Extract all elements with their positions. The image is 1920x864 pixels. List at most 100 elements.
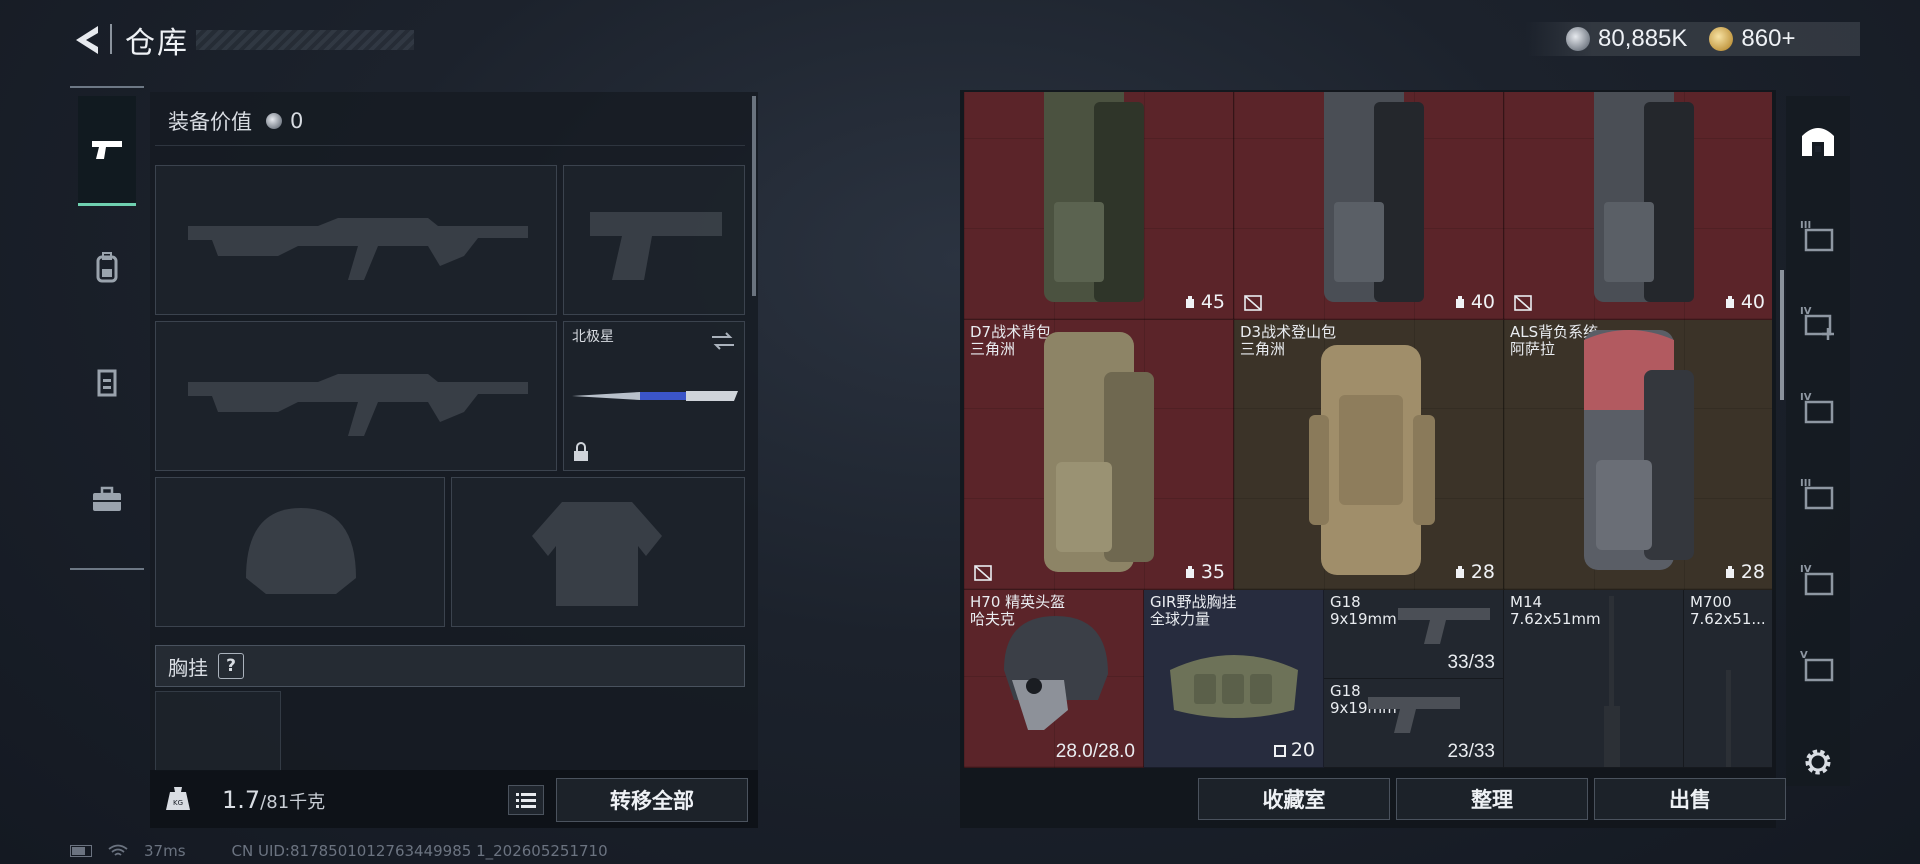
currency-display: 80,885K 860+ [1526, 22, 1860, 56]
sell-button[interactable]: 出售 [1594, 778, 1786, 820]
storage-als-backpack[interactable]: ALS背负系统 阿萨拉 28 [1504, 320, 1772, 590]
storage-m14[interactable]: M14 7.62x51mm [1504, 590, 1684, 768]
knife-icon [572, 391, 738, 401]
toolbox-icon [93, 486, 121, 511]
back-button[interactable] [68, 20, 104, 60]
backpack-icon [1309, 345, 1435, 575]
item-name: G18 9x19mm [1330, 594, 1397, 628]
collection-room-button[interactable]: 收藏室 [1198, 778, 1390, 820]
helmet-silhouette-icon [246, 508, 356, 594]
item-brand: 7.62x51... [1690, 610, 1766, 628]
primary-weapon-slot[interactable] [155, 165, 557, 315]
rack-iv-b-button[interactable]: IV [1798, 560, 1838, 600]
capacity-badge: 20 [1273, 739, 1315, 761]
backpack-capacity-icon [1185, 296, 1194, 308]
backpack-icon [1044, 92, 1144, 302]
pistol-icon [92, 140, 122, 159]
melee-name: 北极星 [572, 329, 614, 345]
backpack-icon [1584, 330, 1694, 570]
sidearm-slot[interactable] [563, 165, 745, 315]
capacity-value: 28 [1740, 561, 1765, 583]
capacity-badge: 28 [1723, 561, 1765, 583]
storage-m700[interactable]: M700 7.62x51... [1684, 590, 1772, 768]
weight-current: 1.7 [222, 786, 261, 814]
loadout-scrollbar[interactable] [752, 96, 756, 296]
storage-gir-rig[interactable]: GIR野战胸挂 全球力量 20 [1144, 590, 1324, 768]
storage-d7-backpack[interactable]: D7战术背包 三角洲 35 [964, 320, 1234, 590]
storage-g18-2[interactable]: G18 9x19mm 23/33 [1324, 679, 1504, 768]
vault-button[interactable] [1798, 120, 1838, 160]
list-view-button[interactable] [508, 785, 544, 815]
melee-slot[interactable]: 北极星 [563, 321, 745, 471]
silver-coin-icon [1566, 27, 1590, 51]
pistol-icon [1368, 697, 1460, 733]
rack-iv-add-button[interactable]: IV [1798, 302, 1838, 342]
rack-iv-button[interactable]: IV [1798, 388, 1838, 428]
rack-iv-b-icon: IV [1800, 564, 1834, 596]
chest-rig-label: 胸挂 [168, 655, 208, 680]
ping-value: 37ms [144, 842, 186, 860]
equipment-value-label: 装备价值 [168, 110, 252, 134]
item-brand: 三角洲 [970, 340, 1016, 358]
storage-backpack-2[interactable]: 40 [1234, 92, 1504, 320]
sort-button[interactable]: 整理 [1396, 778, 1588, 820]
gear-icon [1805, 749, 1831, 775]
capacity-value: 40 [1470, 291, 1495, 313]
armor-slot[interactable] [451, 477, 745, 627]
secondary-weapon-slot[interactable] [155, 321, 557, 471]
ammo-count: 33/33 [1447, 652, 1495, 673]
rifle-silhouette-icon [188, 218, 528, 280]
storage-scrollbar[interactable] [1780, 270, 1784, 400]
storage-backpack-1[interactable]: 45 [964, 92, 1234, 320]
back-arrow-icon [76, 26, 98, 54]
rack-iii-icon: III [1800, 220, 1834, 252]
capacity-badge: 40 [1453, 291, 1495, 313]
tab-supplies[interactable] [78, 444, 136, 554]
vest-icon [97, 369, 117, 397]
pistol-silhouette-icon [590, 212, 722, 280]
weight-max: /81千克 [260, 792, 326, 813]
pistol-icon [1398, 608, 1490, 644]
backpack-capacity-icon [1455, 566, 1464, 578]
settings-button[interactable] [1798, 742, 1838, 782]
rifle-icon [1726, 670, 1731, 767]
storage-rail: III IV IV III IV V [1786, 96, 1850, 786]
backpack-capacity-icon [1725, 566, 1734, 578]
storage-d3-backpack[interactable]: D3战术登山包 三角洲 28 [1234, 320, 1504, 590]
no-drop-icon [1244, 295, 1262, 311]
item-name: M700 7.62x51... [1690, 594, 1766, 628]
svg-text:KG: KG [173, 799, 183, 807]
swap-icon[interactable] [710, 330, 736, 352]
item-brand: 全球力量 [1150, 610, 1211, 628]
item-name: M14 7.62x51mm [1510, 594, 1601, 628]
tab-backpack[interactable] [78, 212, 136, 322]
item-brand: 三角洲 [1240, 340, 1286, 358]
rack-iv-icon: IV [1800, 392, 1834, 424]
transfer-all-button[interactable]: 转移全部 [556, 778, 748, 822]
status-bar: 37ms CN UID:8178501012763449985 1_202605… [70, 842, 608, 860]
rifle-silhouette-icon [188, 374, 528, 436]
helmet-icon [1004, 616, 1108, 730]
help-button[interactable]: ? [218, 653, 244, 679]
tab-vest[interactable] [78, 328, 136, 438]
weight-bar: KG 1.7/81千克 转移全部 [150, 770, 758, 828]
no-drop-icon [974, 565, 992, 581]
backpack-capacity-icon [1725, 296, 1734, 308]
rack-iii-b-icon: III [1800, 478, 1834, 510]
item-brand: 7.62x51mm [1510, 610, 1601, 628]
rack-iii-button[interactable]: III [1798, 216, 1838, 256]
capacity-value: 45 [1200, 291, 1225, 313]
lock-icon [574, 442, 588, 461]
storage-g18-1[interactable]: G18 9x19mm 33/33 [1324, 590, 1504, 679]
rack-iii-b-button[interactable]: III [1798, 474, 1838, 514]
capacity-badge: 28 [1453, 561, 1495, 583]
storage-backpack-3[interactable]: 40 [1504, 92, 1772, 320]
capacity-badge: 35 [1183, 561, 1225, 583]
tab-weapons[interactable] [78, 96, 136, 206]
rack-v-button[interactable]: V [1798, 646, 1838, 686]
storage-helmet-h70[interactable]: H70 精英头盔 哈夫克 28.0/28.0 [964, 590, 1144, 768]
helmet-slot[interactable] [155, 477, 445, 627]
chest-rig-slot[interactable] [155, 691, 281, 771]
chest-rig-icon [1170, 655, 1298, 718]
divider [155, 145, 745, 146]
